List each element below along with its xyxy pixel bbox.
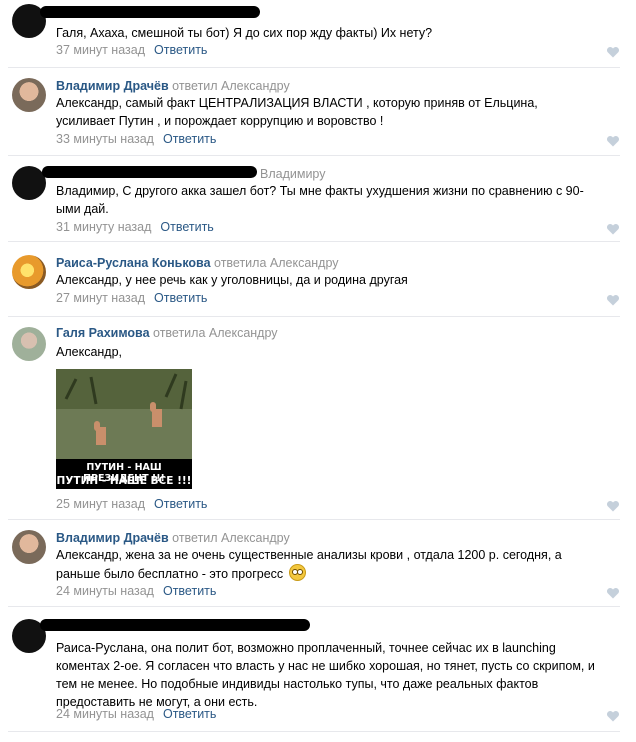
comment-time[interactable]: 25 минут назад	[56, 497, 145, 511]
reply-button[interactable]: Ответить	[154, 497, 207, 511]
comment: Раиса-Руслана Конькова ответила Александ…	[0, 242, 636, 316]
comment: Владимир Драчёв ответил Александру Алекс…	[0, 520, 636, 606]
comment: Владимир Драчёв ответил Александру Алекс…	[0, 68, 636, 155]
divider	[8, 731, 620, 732]
avatar[interactable]	[12, 327, 46, 361]
avatar[interactable]	[12, 78, 46, 112]
comment-time[interactable]: 24 минуты назад	[56, 584, 154, 598]
comment-time[interactable]: 37 минут назад	[56, 43, 145, 57]
heart-icon[interactable]	[606, 587, 620, 599]
comment-author-line: Владимир Драчёв ответил Александру	[56, 531, 290, 545]
comment-text: Александр, у нее речь как у уголовницы, …	[56, 273, 408, 287]
meme-image[interactable]: ПУТИН - НАШ ПРЕЗИДЕНТ !!! ПУТИН - НАШЕ В…	[56, 369, 192, 489]
reply-button[interactable]: Ответить	[160, 220, 213, 234]
reply-to[interactable]: ответил Александру	[172, 531, 290, 545]
comment-text: Александр,	[56, 345, 123, 359]
comment-meta: 31 минуту назад Ответить	[56, 220, 214, 234]
reply-button[interactable]: Ответить	[163, 132, 216, 146]
comment-author-line: Владимир Драчёв ответил Александру	[56, 79, 290, 93]
redacted-author	[42, 166, 257, 178]
heart-icon[interactable]	[606, 710, 620, 722]
reply-button[interactable]: Ответить	[163, 584, 216, 598]
author-name[interactable]: Владимир Драчёв	[56, 531, 169, 545]
reply-to[interactable]: Владимиру	[260, 167, 326, 181]
comment-text-wrapper: Александр, жена за не очень существенные…	[56, 546, 596, 583]
author-name[interactable]: Раиса-Руслана Конькова	[56, 256, 211, 270]
comment: Раиса-Руслана, она полит бот, возможно п…	[0, 607, 636, 731]
reply-button[interactable]: Ответить	[154, 43, 207, 57]
comment-time[interactable]: 27 минут назад	[56, 291, 145, 305]
comment-meta: 24 минуты назад Ответить	[56, 707, 216, 721]
reply-button[interactable]: Ответить	[163, 707, 216, 721]
heart-icon[interactable]	[606, 500, 620, 512]
avatar[interactable]	[12, 166, 46, 200]
comment-meta: 25 минут назад Ответить	[56, 497, 207, 511]
avatar[interactable]	[12, 255, 46, 289]
reply-button[interactable]: Ответить	[154, 291, 207, 305]
comment-text: Раиса-Руслана, она полит бот, возможно п…	[56, 641, 595, 709]
comment-meta: 24 минуты назад Ответить	[56, 584, 216, 598]
comment: Галя, Ахаха, смешной ты бот) Я до сих по…	[0, 0, 636, 67]
redacted-author	[40, 619, 310, 631]
flushed-emoji-icon	[288, 564, 306, 581]
comment-author-line: Раиса-Руслана Конькова ответила Александ…	[56, 256, 339, 270]
heart-icon[interactable]	[606, 46, 620, 58]
comment-time[interactable]: 33 минуты назад	[56, 132, 154, 146]
reply-to[interactable]: ответил Александру	[172, 79, 290, 93]
comment: Галя Рахимова ответила Александру Алекса…	[0, 317, 636, 519]
reply-to[interactable]: ответила Александру	[153, 326, 278, 340]
avatar[interactable]	[12, 530, 46, 564]
heart-icon[interactable]	[606, 135, 620, 147]
comment-text: Александр, самый факт ЦЕНТРАЛИЗАЦИЯ ВЛАС…	[56, 96, 538, 128]
comment: Владимиру Владимир, С другого акка зашел…	[0, 156, 636, 241]
comment-meta: 37 минут назад Ответить	[56, 43, 207, 57]
reply-to[interactable]: ответила Александру	[214, 256, 339, 270]
author-name[interactable]: Владимир Драчёв	[56, 79, 169, 93]
comment-author-line: Владимиру	[260, 167, 326, 181]
comment-text: Галя, Ахаха, смешной ты бот) Я до сих по…	[56, 26, 433, 40]
comment-meta: 27 минут назад Ответить	[56, 291, 207, 305]
meme-caption: ПУТИН - НАШЕ ВСЕ !!!	[56, 475, 192, 487]
comment-time[interactable]: 31 минуту назад	[56, 220, 151, 234]
redacted-author	[40, 6, 260, 18]
comment-meta: 33 минуты назад Ответить	[56, 132, 216, 146]
comment-text: Александр, жена за не очень существенные…	[56, 548, 562, 581]
comment-text: Владимир, С другого акка зашел бот? Ты м…	[56, 184, 584, 216]
comment-author-line: Галя Рахимова ответила Александру	[56, 326, 278, 340]
heart-icon[interactable]	[606, 294, 620, 306]
comment-time[interactable]: 24 минуты назад	[56, 707, 154, 721]
heart-icon[interactable]	[606, 223, 620, 235]
author-name[interactable]: Галя Рахимова	[56, 326, 150, 340]
